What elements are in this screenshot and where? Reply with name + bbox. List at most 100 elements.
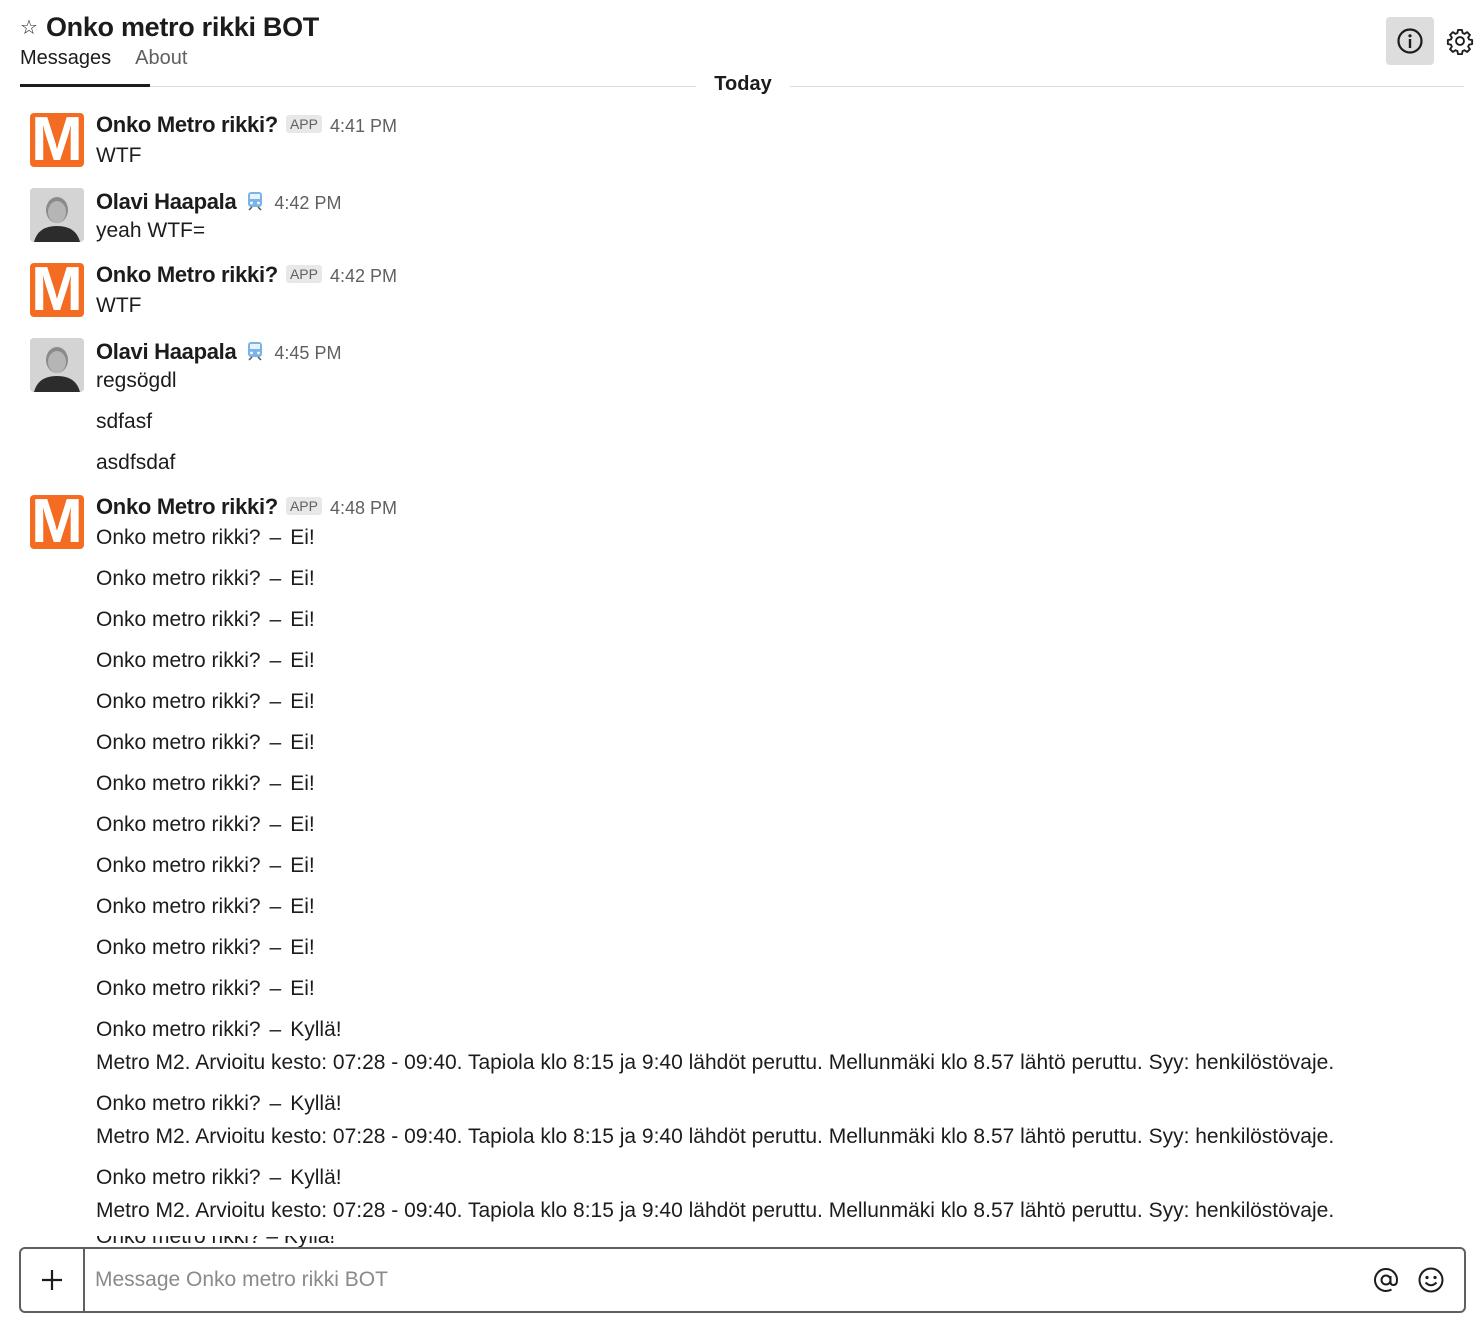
status-line: Onko metro rikki? – Ei! bbox=[96, 977, 315, 1001]
info-icon bbox=[1397, 28, 1423, 54]
status-answer: Kyllä! bbox=[290, 1092, 342, 1115]
status-question: Onko metro rikki? bbox=[96, 813, 261, 836]
info-button[interactable] bbox=[1386, 17, 1434, 65]
status-answer: Ei! bbox=[290, 813, 315, 836]
status-answer: Ei! bbox=[290, 731, 315, 754]
status-answer: Ei! bbox=[290, 608, 315, 631]
metro-train-icon[interactable] bbox=[244, 190, 266, 212]
sender-name[interactable]: Onko Metro rikki? bbox=[96, 262, 278, 288]
status-question: Onko metro rikki? bbox=[96, 895, 261, 918]
message-header: Onko Metro rikki? APP 4:41 PM bbox=[96, 112, 397, 138]
add-attachment-button[interactable] bbox=[21, 1249, 85, 1311]
status-dash: – bbox=[269, 772, 282, 795]
timestamp[interactable]: 4:41 PM bbox=[330, 116, 397, 137]
status-question: Onko metro rikki? bbox=[96, 977, 261, 1000]
status-question: Onko metro rikki? bbox=[96, 1018, 261, 1041]
status-line: Onko metro rikki? – Ei! bbox=[96, 608, 315, 632]
user-photo-icon bbox=[30, 338, 84, 392]
status-answer: Ei! bbox=[290, 895, 315, 918]
metro-logo-avatar[interactable]: M bbox=[30, 263, 84, 317]
status-answer: Ei! bbox=[290, 977, 315, 1000]
sender-name[interactable]: Onko Metro rikki? bbox=[96, 494, 278, 520]
user-avatar[interactable] bbox=[30, 188, 84, 242]
status-line: Onko metro rikki? – Ei! bbox=[96, 526, 315, 550]
status-dash: – bbox=[269, 895, 282, 918]
status-dash: – bbox=[269, 526, 282, 549]
app-badge: APP bbox=[285, 115, 322, 133]
plus-icon bbox=[42, 1270, 62, 1290]
message-composer bbox=[19, 1247, 1466, 1313]
sender-name[interactable]: Olavi Haapala bbox=[96, 339, 237, 365]
status-answer: Ei! bbox=[290, 936, 315, 959]
message-text: sdfasf bbox=[96, 410, 153, 433]
status-question: Onko metro rikki? bbox=[96, 567, 261, 590]
status-question: Onko metro rikki? bbox=[96, 1092, 261, 1115]
emoji-button[interactable] bbox=[1415, 1264, 1447, 1296]
status-answer: Ei! bbox=[290, 854, 315, 877]
status-line: Onko metro rikki? – Ei! bbox=[96, 567, 315, 591]
tab-messages[interactable]: Messages bbox=[20, 47, 111, 78]
status-answer: Ei! bbox=[290, 772, 315, 795]
status-answer: Ei! bbox=[290, 526, 315, 549]
timestamp[interactable]: 4:45 PM bbox=[274, 343, 341, 364]
status-dash: – bbox=[269, 731, 282, 754]
status-question: Onko metro rikki? bbox=[96, 936, 261, 959]
mention-button[interactable] bbox=[1370, 1264, 1402, 1296]
user-avatar[interactable] bbox=[30, 338, 84, 392]
star-icon[interactable]: ☆ bbox=[20, 18, 38, 38]
status-question: Onko metro rikki? bbox=[96, 854, 261, 877]
message-header: Onko Metro rikki? APP 4:42 PM bbox=[96, 262, 397, 288]
status-detail: Metro M2. Arvioitu kesto: 07:28 - 09:40.… bbox=[96, 1125, 1335, 1148]
metro-train-icon[interactable] bbox=[244, 340, 266, 362]
status-line: Onko metro rikki? – Ei! bbox=[96, 649, 315, 673]
status-line: Onko metro rikki? – Ei! bbox=[96, 690, 315, 714]
timestamp[interactable]: 4:42 PM bbox=[274, 193, 341, 214]
status-dash: – bbox=[269, 936, 282, 959]
channel-header: ☆ Onko metro rikki BOT Messages About bbox=[0, 0, 1484, 84]
status-question: Onko metro rikki? bbox=[96, 690, 261, 713]
message-input[interactable] bbox=[95, 1263, 1355, 1297]
status-question: Onko metro rikki? bbox=[96, 1166, 261, 1189]
sender-name[interactable]: Olavi Haapala bbox=[96, 189, 237, 215]
tab-about[interactable]: About bbox=[135, 47, 187, 78]
app-badge: APP bbox=[285, 497, 322, 515]
status-dash: – bbox=[269, 608, 282, 631]
timestamp[interactable]: 4:48 PM bbox=[330, 498, 397, 519]
title-row: ☆ Onko metro rikki BOT bbox=[20, 12, 319, 43]
divider-line-left bbox=[150, 86, 696, 87]
settings-button[interactable] bbox=[1436, 17, 1484, 65]
sender-name[interactable]: Onko Metro rikki? bbox=[96, 112, 278, 138]
header-tabs: Messages About bbox=[20, 47, 187, 78]
status-question: Onko metro rikki? bbox=[96, 608, 261, 631]
status-line: Onko metro rikki? – Ei! bbox=[96, 772, 315, 796]
status-dash: – bbox=[269, 649, 282, 672]
gear-icon bbox=[1446, 28, 1474, 55]
divider-line-right bbox=[790, 86, 1464, 87]
message-text: WTF bbox=[96, 144, 142, 167]
status-question: Onko metro rikki? bbox=[96, 526, 261, 549]
day-divider-label: Today bbox=[698, 73, 788, 96]
message-text: WTF bbox=[96, 294, 142, 317]
channel-title[interactable]: Onko metro rikki BOT bbox=[46, 12, 319, 43]
status-line: Onko metro rikki? – Ei! bbox=[96, 895, 315, 919]
status-dash: – bbox=[269, 854, 282, 877]
message-header: Olavi Haapala 4:45 PM bbox=[96, 337, 341, 365]
message-header: Olavi Haapala 4:42 PM bbox=[96, 187, 341, 215]
message-text: asdfsdaf bbox=[96, 451, 176, 474]
message-text: yeah WTF= bbox=[96, 219, 206, 242]
status-line: Onko metro rikki? – Ei! bbox=[96, 813, 315, 837]
timestamp[interactable]: 4:42 PM bbox=[330, 266, 397, 287]
status-line: Onko metro rikki? – Kyllä! bbox=[96, 1018, 342, 1042]
status-line: Onko metro rikki? – Kyllä! bbox=[96, 1166, 342, 1190]
status-answer: Kyllä! bbox=[290, 1018, 342, 1041]
status-line: Onko metro rikki? – Ei! bbox=[96, 854, 315, 878]
status-answer: Ei! bbox=[290, 567, 315, 590]
status-answer: Kyllä! bbox=[290, 1166, 342, 1189]
status-detail: Metro M2. Arvioitu kesto: 07:28 - 09:40.… bbox=[96, 1051, 1335, 1074]
status-line: Onko metro rikki? – Ei! bbox=[96, 731, 315, 755]
status-dash: – bbox=[269, 690, 282, 713]
metro-logo-avatar[interactable]: M bbox=[30, 495, 84, 549]
metro-logo-avatar[interactable]: M bbox=[30, 113, 84, 167]
message-list: M Onko Metro rikki? APP 4:41 PM WTF Olav… bbox=[0, 88, 1484, 1248]
status-dash: – bbox=[269, 977, 282, 1000]
